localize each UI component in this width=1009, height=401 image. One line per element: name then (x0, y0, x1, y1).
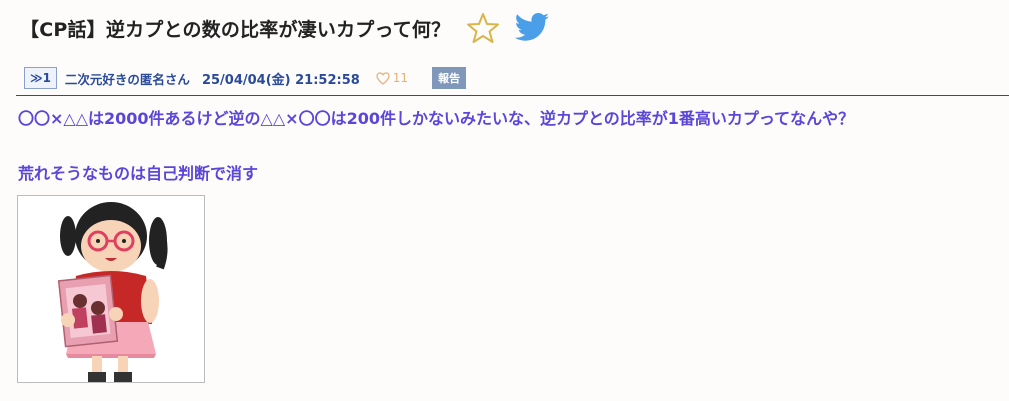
post-body-line-1: 〇〇×△△は2000件あるけど逆の△△×〇〇は200件しかないみたいな、逆カプと… (18, 109, 855, 128)
title-row: 【CP話】逆カプとの数の比率が凄いカプって何？ (20, 8, 550, 48)
post-date: 25/04/04(金) 21:52:58 (201, 72, 360, 88)
report-button[interactable]: 報告 (432, 67, 467, 89)
girl-holding-magazine-illustration (57, 202, 168, 382)
twitter-icon[interactable] (514, 12, 550, 44)
post-body-line-2: 荒れそうなものは自己判断で消す (18, 164, 259, 183)
heart-icon (376, 71, 390, 85)
post-number-link[interactable]: ≫1 (24, 67, 57, 89)
post-author: 二次元好きの匿名さん (64, 71, 190, 87)
like-count: 11 (392, 71, 409, 85)
thread-page: 【CP話】逆カプとの数の比率が凄いカプって何？ ≫1 二次元好きの匿名さん 25… (0, 0, 1009, 401)
like-button[interactable]: 11 (376, 71, 408, 85)
post-divider (16, 95, 1009, 96)
star-icon[interactable] (466, 11, 500, 45)
post-image-thumbnail[interactable] (17, 195, 205, 383)
thread-title: 【CP話】逆カプとの数の比率が凄いカプって何？ (20, 18, 451, 41)
post-meta: ≫1 二次元好きの匿名さん 25/04/04(金) 21:52:58 11 報告 (24, 67, 467, 89)
